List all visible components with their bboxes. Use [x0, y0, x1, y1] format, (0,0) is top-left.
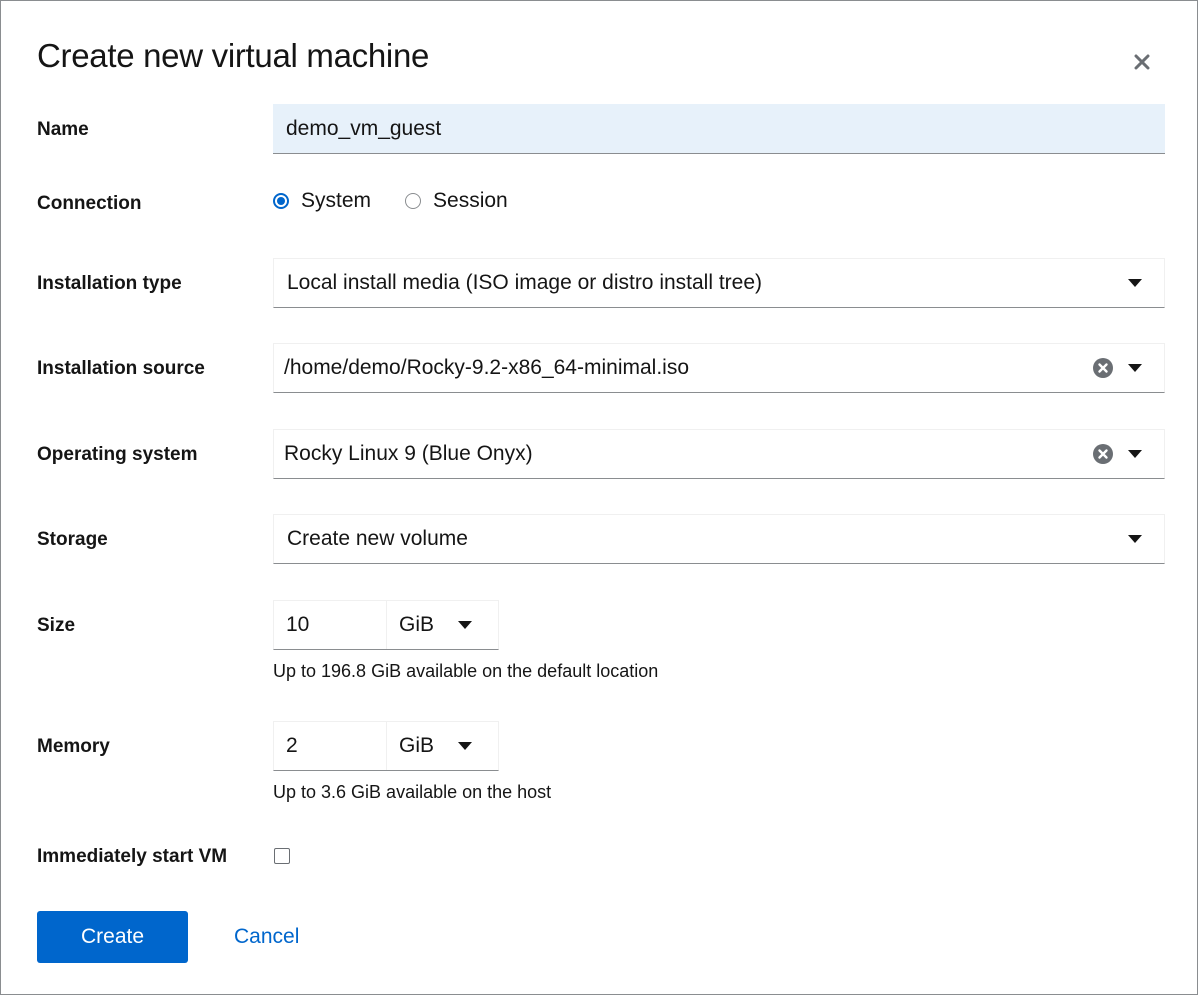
caret-down-icon	[458, 742, 473, 750]
installation-source-label: Installation source	[37, 358, 205, 379]
memory-helper-text: Up to 3.6 GiB available on the host	[273, 782, 552, 802]
radio-unchecked-icon[interactable]	[405, 193, 422, 209]
close-icon	[1134, 54, 1150, 70]
installation-type-label: Installation type	[37, 273, 182, 294]
installation-source-combobox[interactable]: /home/demo/Rocky-9.2-x86_64-minimal.iso	[273, 343, 1165, 393]
connection-radio-system[interactable]: System	[273, 189, 371, 213]
memory-input-group: 2 GiB	[273, 721, 499, 771]
installation-source-toggle[interactable]	[1120, 353, 1150, 383]
installation-type-toggle[interactable]	[1120, 268, 1150, 298]
memory-label: Memory	[37, 736, 110, 757]
memory-unit-select[interactable]: GiB	[387, 722, 498, 770]
radio-checked-icon[interactable]	[273, 193, 289, 209]
size-helper-text: Up to 196.8 GiB available on the default…	[273, 661, 659, 681]
clear-circle-icon	[1093, 444, 1113, 464]
memory-input[interactable]: 2	[274, 722, 387, 770]
operating-system-value[interactable]: Rocky Linux 9 (Blue Onyx)	[274, 442, 1088, 466]
installation-source-value[interactable]: /home/demo/Rocky-9.2-x86_64-minimal.iso	[274, 356, 1088, 380]
size-label: Size	[37, 615, 76, 636]
start-vm-checkbox[interactable]	[274, 848, 290, 864]
operating-system-clear-button[interactable]	[1088, 439, 1118, 469]
name-field[interactable]	[273, 103, 1165, 154]
size-input-group: 10 GiB	[273, 600, 499, 650]
connection-radio-group: System Session	[273, 189, 542, 213]
connection-option-label: System	[301, 189, 372, 212]
connection-option-label: Session	[433, 189, 508, 212]
name-input[interactable]	[273, 103, 1165, 154]
memory-unit-value: GiB	[399, 734, 435, 757]
caret-down-icon	[1128, 364, 1142, 372]
close-button[interactable]	[1127, 47, 1157, 77]
clear-circle-icon	[1093, 358, 1113, 378]
dialog-title: Create new virtual machine	[37, 37, 430, 74]
name-label: Name	[37, 119, 89, 140]
caret-down-icon	[1128, 450, 1142, 458]
size-unit-value: GiB	[399, 613, 435, 636]
installation-source-clear-button[interactable]	[1088, 353, 1118, 383]
installation-type-select[interactable]: Local install media (ISO image or distro…	[273, 258, 1165, 308]
storage-select[interactable]: Create new volume	[273, 514, 1165, 564]
operating-system-label: Operating system	[37, 444, 198, 465]
start-vm-label: Immediately start VM	[37, 846, 228, 867]
operating-system-toggle[interactable]	[1120, 439, 1150, 469]
caret-down-icon	[1128, 535, 1142, 543]
storage-toggle[interactable]	[1120, 524, 1150, 554]
storage-label: Storage	[37, 529, 108, 550]
caret-down-icon	[1128, 279, 1142, 287]
cancel-button[interactable]: Cancel	[234, 911, 299, 963]
connection-radio-session[interactable]: Session	[405, 189, 508, 213]
caret-down-icon	[458, 621, 473, 629]
storage-value: Create new volume	[287, 527, 468, 550]
size-input[interactable]: 10	[274, 601, 387, 649]
size-unit-select[interactable]: GiB	[387, 601, 498, 649]
operating-system-combobox[interactable]: Rocky Linux 9 (Blue Onyx)	[273, 429, 1165, 479]
create-vm-dialog: Create new virtual machine Name Connecti…	[0, 0, 1198, 995]
connection-label: Connection	[37, 193, 142, 214]
create-button[interactable]: Create	[37, 911, 188, 963]
installation-type-value: Local install media (ISO image or distro…	[287, 271, 763, 294]
